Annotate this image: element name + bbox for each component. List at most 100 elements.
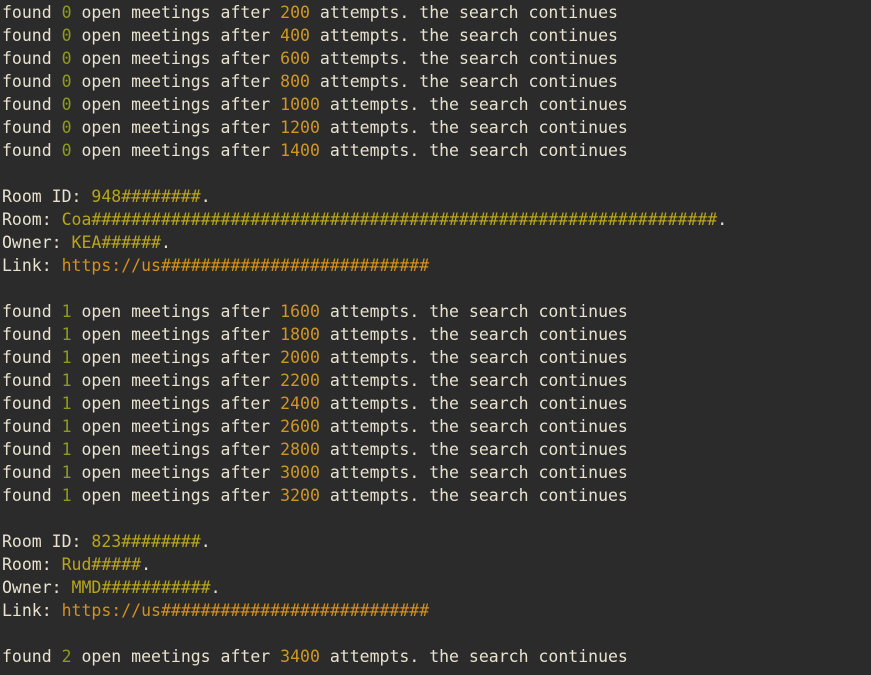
log-suffix-text: attempts. the search continues (319, 394, 628, 413)
log-middle-text: open meetings after (71, 26, 281, 45)
terminal-output-pane[interactable]: found 0 open meetings after 200 attempts… (0, 0, 871, 675)
log-middle-text: open meetings after (71, 440, 281, 459)
field-value: MMD########### (71, 578, 211, 597)
log-prefix: found (2, 325, 62, 344)
log-prefix: found (2, 118, 62, 137)
progress-log-line: found 1 open meetings after 2600 attempt… (0, 415, 871, 438)
room-field-line: Owner: MMD###########. (0, 576, 871, 599)
log-suffix-text: attempts. the search continues (319, 647, 628, 666)
field-value: Coa#####################################… (61, 210, 718, 229)
log-suffix-text: attempts. the search continues (309, 72, 618, 91)
room-field-line: Room: Coa###############################… (0, 208, 871, 231)
attempt-count: 2800 (280, 440, 320, 459)
log-prefix: found (2, 49, 62, 68)
field-value: KEA###### (71, 233, 161, 252)
found-count: 0 (61, 72, 72, 91)
field-label: Room: (2, 555, 62, 574)
found-count: 0 (61, 95, 72, 114)
field-trailer: . (210, 578, 221, 597)
found-count: 1 (61, 302, 72, 321)
found-count: 1 (61, 394, 72, 413)
log-middle-text: open meetings after (71, 647, 281, 666)
progress-log-line: found 0 open meetings after 200 attempts… (0, 1, 871, 24)
room-field-line: Link: https://us########################… (0, 254, 871, 277)
field-value: https://us########################### (61, 256, 430, 275)
field-value: https://us########################### (61, 601, 430, 620)
log-prefix: found (2, 394, 62, 413)
progress-log-line: found 1 open meetings after 3200 attempt… (0, 484, 871, 507)
found-count: 1 (61, 371, 72, 390)
log-suffix-text: attempts. the search continues (319, 417, 628, 436)
field-label: Room: (2, 210, 62, 229)
found-count: 0 (61, 49, 72, 68)
attempt-count: 800 (280, 72, 310, 91)
progress-log-line: found 0 open meetings after 400 attempts… (0, 24, 871, 47)
field-label: Room ID: (2, 187, 92, 206)
field-value: 823######## (91, 532, 201, 551)
log-middle-text: open meetings after (71, 118, 281, 137)
log-middle-text: open meetings after (71, 302, 281, 321)
log-middle-text: open meetings after (71, 463, 281, 482)
field-trailer: . (141, 555, 152, 574)
progress-log-line: found 1 open meetings after 2200 attempt… (0, 369, 871, 392)
found-count: 0 (61, 3, 72, 22)
log-middle-text: open meetings after (71, 72, 281, 91)
log-suffix-text: attempts. the search continues (319, 348, 628, 367)
log-suffix-text: attempts. the search continues (319, 371, 628, 390)
log-suffix-text: attempts. the search continues (319, 302, 628, 321)
field-trailer: . (717, 210, 728, 229)
log-middle-text: open meetings after (71, 371, 281, 390)
log-middle-text: open meetings after (71, 348, 281, 367)
field-label: Owner: (2, 233, 72, 252)
attempt-count: 2000 (280, 348, 320, 367)
log-suffix-text: attempts. the search continues (319, 440, 628, 459)
room-field-line: Owner: KEA######. (0, 231, 871, 254)
log-prefix: found (2, 417, 62, 436)
attempt-count: 1400 (280, 141, 320, 160)
progress-log-line: found 1 open meetings after 1800 attempt… (0, 323, 871, 346)
found-count: 0 (61, 118, 72, 137)
found-count: 0 (61, 26, 72, 45)
log-suffix-text: attempts. the search continues (309, 49, 618, 68)
progress-log-line: found 1 open meetings after 2000 attempt… (0, 346, 871, 369)
found-count: 1 (61, 348, 72, 367)
log-suffix-text: attempts. the search continues (319, 118, 628, 137)
found-count: 1 (61, 325, 72, 344)
progress-log-line: found 0 open meetings after 1200 attempt… (0, 116, 871, 139)
found-count: 0 (61, 141, 72, 160)
log-suffix-text: attempts. the search continues (319, 486, 628, 505)
attempt-count: 3200 (280, 486, 320, 505)
attempt-count: 600 (280, 49, 310, 68)
log-suffix-text: attempts. the search continues (319, 95, 628, 114)
log-middle-text: open meetings after (71, 486, 281, 505)
log-middle-text: open meetings after (71, 141, 281, 160)
progress-log-line: found 1 open meetings after 2800 attempt… (0, 438, 871, 461)
field-label: Owner: (2, 578, 72, 597)
attempt-count: 400 (280, 26, 310, 45)
log-prefix: found (2, 371, 62, 390)
attempt-count: 2600 (280, 417, 320, 436)
field-value: Rud##### (61, 555, 142, 574)
progress-log-line: found 1 open meetings after 3000 attempt… (0, 461, 871, 484)
field-label: Link: (2, 256, 62, 275)
log-prefix: found (2, 3, 62, 22)
field-label: Room ID: (2, 532, 92, 551)
attempt-count: 3000 (280, 463, 320, 482)
field-trailer: . (160, 233, 171, 252)
field-label: Link: (2, 601, 62, 620)
log-prefix: found (2, 647, 62, 666)
found-count: 1 (61, 463, 72, 482)
found-count: 1 (61, 486, 72, 505)
field-trailer: . (200, 532, 211, 551)
room-field-line: Room: Rud#####. (0, 553, 871, 576)
log-middle-text: open meetings after (71, 417, 281, 436)
found-count: 1 (61, 417, 72, 436)
log-middle-text: open meetings after (71, 394, 281, 413)
attempt-count: 1800 (280, 325, 320, 344)
progress-log-line: found 0 open meetings after 1400 attempt… (0, 139, 871, 162)
log-prefix: found (2, 72, 62, 91)
